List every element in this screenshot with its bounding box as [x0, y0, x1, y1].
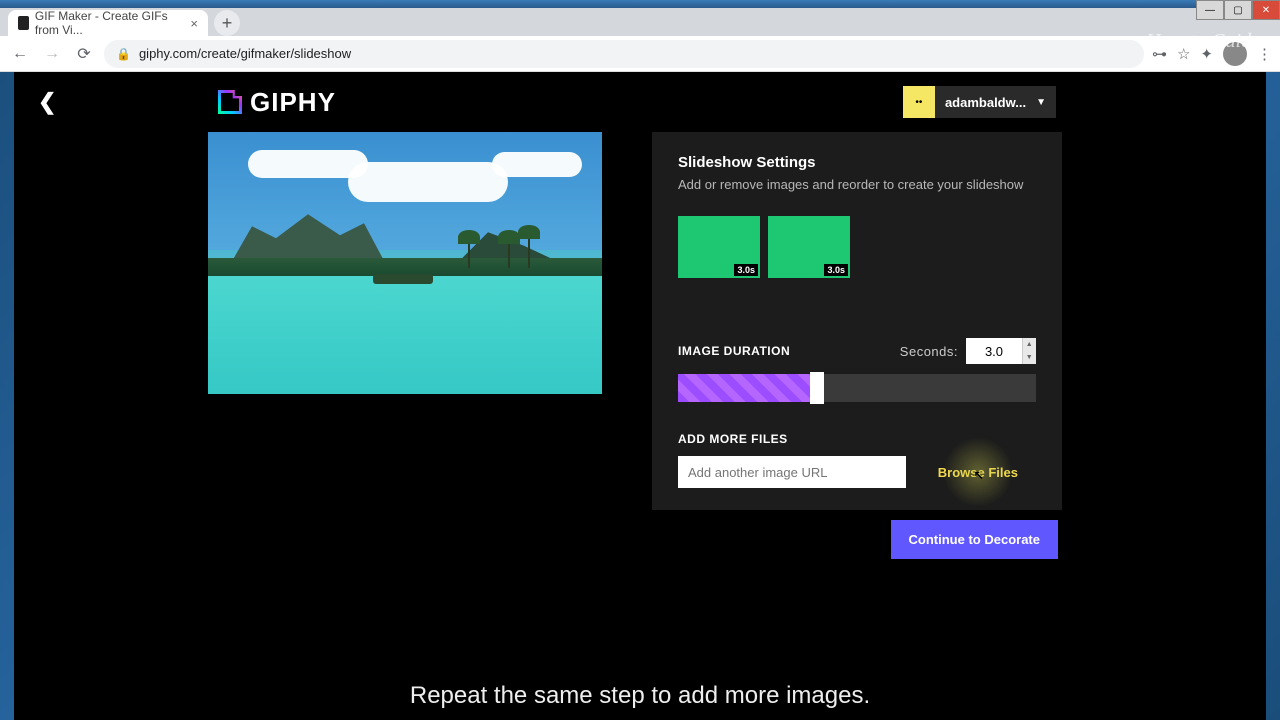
tab-favicon	[18, 16, 29, 30]
giphy-logo[interactable]: GIPHY	[218, 87, 336, 118]
window-controls: — ▢ ✕	[1196, 0, 1280, 20]
slideshow-thumb[interactable]: 3.0s	[678, 216, 760, 278]
tab-close-icon[interactable]: ×	[190, 16, 198, 31]
stepper-up-icon[interactable]: ▲	[1022, 338, 1036, 351]
thumb-duration-badge: 3.0s	[824, 264, 848, 276]
slideshow-thumbnails: 3.0s 3.0s	[678, 216, 1036, 278]
giphy-logo-text: GIPHY	[250, 87, 336, 118]
image-url-input[interactable]	[678, 456, 906, 488]
add-more-files-label: ADD MORE FILES	[678, 432, 1036, 446]
giphy-logo-icon	[218, 90, 242, 114]
browse-files-button[interactable]: Browse Files ↖	[920, 456, 1036, 488]
browse-files-label: Browse Files	[938, 465, 1018, 480]
continue-button[interactable]: Continue to Decorate	[891, 520, 1058, 559]
profile-avatar-icon[interactable]	[1223, 42, 1247, 66]
preview-image	[208, 132, 602, 394]
extension-icons: ⊶ ☆ ✦ ⋮	[1152, 42, 1272, 66]
slider-fill	[678, 374, 810, 402]
user-avatar-icon: ••	[903, 86, 935, 118]
seconds-stepper: ▲ ▼	[1022, 338, 1036, 364]
minimize-button[interactable]: —	[1196, 0, 1224, 20]
panel-subtitle: Add or remove images and reorder to crea…	[678, 177, 1036, 192]
close-window-button[interactable]: ✕	[1252, 0, 1280, 20]
slideshow-thumb[interactable]: 3.0s	[768, 216, 850, 278]
user-name: adambaldw...	[935, 95, 1036, 110]
key-icon[interactable]: ⊶	[1152, 45, 1167, 63]
image-duration-label: IMAGE DURATION	[678, 344, 790, 358]
slider-handle[interactable]	[810, 372, 824, 404]
browser-tab[interactable]: GIF Maker - Create GIFs from Vi... ×	[8, 10, 208, 36]
window-titlebar	[0, 0, 1280, 8]
new-tab-button[interactable]: +	[214, 10, 240, 36]
url-text: giphy.com/create/gifmaker/slideshow	[139, 46, 351, 61]
reload-icon[interactable]: ⟳	[72, 42, 96, 66]
tab-title: GIF Maker - Create GIFs from Vi...	[35, 9, 178, 37]
extensions-icon[interactable]: ✦	[1200, 45, 1213, 63]
forward-icon[interactable]: →	[40, 42, 64, 66]
browser-tab-bar: GIF Maker - Create GIFs from Vi... × +	[0, 8, 1280, 36]
thumb-duration-badge: 3.0s	[734, 264, 758, 276]
stepper-down-icon[interactable]: ▼	[1022, 351, 1036, 364]
page-content: ❮ GIPHY •• adambaldw... ▼ Slideshow Sett…	[14, 72, 1266, 720]
seconds-input[interactable]	[966, 338, 1022, 364]
continue-row: Continue to Decorate	[208, 510, 1058, 559]
editor-content: Slideshow Settings Add or remove images …	[14, 132, 1266, 510]
user-menu[interactable]: •• adambaldw... ▼	[903, 86, 1056, 118]
kebab-menu-icon[interactable]: ⋮	[1257, 45, 1272, 63]
add-files-row: Browse Files ↖	[678, 456, 1036, 488]
back-chevron-icon[interactable]: ❮	[38, 89, 56, 115]
back-icon[interactable]: ←	[8, 42, 32, 66]
duration-section: IMAGE DURATION Seconds: ▲ ▼	[678, 338, 1036, 364]
video-caption: Repeat the same step to add more images.	[14, 674, 1266, 718]
duration-slider[interactable]	[678, 374, 1036, 402]
lock-icon: 🔒	[116, 47, 131, 61]
seconds-label: Seconds:	[900, 344, 958, 359]
browser-toolbar: ← → ⟳ 🔒 giphy.com/create/gifmaker/slides…	[0, 36, 1280, 72]
maximize-button[interactable]: ▢	[1224, 0, 1252, 20]
continue-label: Continue to Decorate	[909, 532, 1040, 547]
giphy-header: ❮ GIPHY •• adambaldw... ▼	[14, 72, 1266, 132]
star-icon[interactable]: ☆	[1177, 45, 1190, 63]
chevron-down-icon: ▼	[1036, 97, 1056, 108]
settings-panel: Slideshow Settings Add or remove images …	[652, 132, 1062, 510]
panel-title: Slideshow Settings	[678, 154, 1036, 171]
address-bar[interactable]: 🔒 giphy.com/create/gifmaker/slideshow	[104, 40, 1144, 68]
